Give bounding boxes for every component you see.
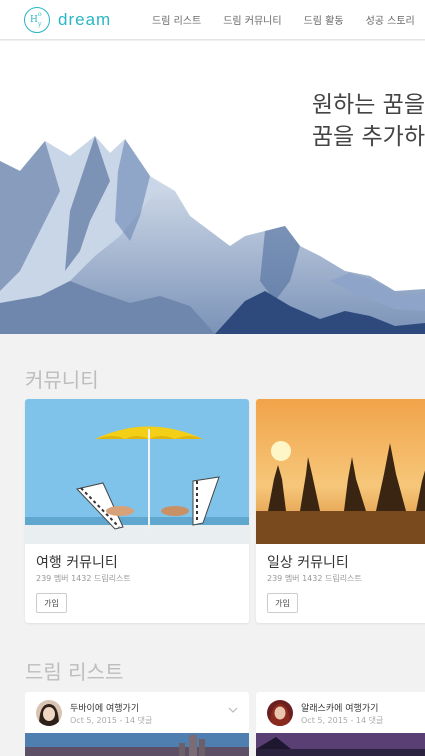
dream-title: 알래스카에 여행가기 [301, 704, 379, 714]
hero-banner: 원하는 꿈을 꿈을 추가하 [0, 41, 425, 334]
card-meta: 239 멤버 1432 드림리스트 [267, 574, 362, 583]
logo-text: dream [58, 10, 112, 29]
hero-line-2: 꿈을 추가하 [311, 124, 425, 150]
dreamlist-section-title: 드림 리스트 [25, 660, 124, 684]
avatar [36, 700, 62, 726]
card-title: 일상 커뮤니티 [267, 555, 349, 571]
chevron-down-icon[interactable] [227, 704, 239, 716]
nav-dream-community[interactable]: 드림 커뮤니티 [223, 12, 281, 27]
nav-success-story[interactable]: 성공 스토리 [366, 12, 415, 27]
community-section-title: 커뮤니티 [25, 368, 99, 392]
community-card[interactable]: 일상 커뮤니티 239 멤버 1432 드림리스트 가입 [256, 399, 425, 623]
dream-meta: Oct 5, 2015 - 14 댓글 [301, 716, 384, 725]
top-header: H o y dream 드림 리스트 드림 커뮤니티 드림 활동 성공 스토리 [0, 0, 425, 40]
card-title: 여행 커뮤니티 [36, 555, 118, 571]
dreamlist-card[interactable]: 알래스카에 여행가기 Oct 5, 2015 - 14 댓글 [256, 692, 425, 756]
avatar [267, 700, 293, 726]
join-button[interactable]: 가입 [267, 593, 298, 613]
hero-line-1: 원하는 꿈을 [311, 92, 425, 118]
dubai-image [25, 733, 249, 756]
logo[interactable]: H o y dream [24, 6, 111, 34]
nav-dream-activity[interactable]: 드림 활동 [304, 12, 344, 27]
card-meta: 239 멤버 1432 드림리스트 [36, 574, 131, 583]
dream-meta: Oct 5, 2015 - 14 댓글 [70, 716, 153, 725]
yoga-sunset-image [256, 399, 425, 544]
dreamlist-card[interactable]: 두바이에 여행가기 Oct 5, 2015 - 14 댓글 [25, 692, 249, 756]
mountain-illustration [0, 136, 425, 334]
join-button[interactable]: 가입 [36, 593, 67, 613]
community-card[interactable]: 여행 커뮤니티 239 멤버 1432 드림리스트 가입 [25, 399, 249, 623]
alaska-image [256, 733, 425, 756]
nav-dream-list[interactable]: 드림 리스트 [152, 12, 201, 27]
dream-title: 두바이에 여행가기 [70, 704, 140, 714]
hero-title: 원하는 꿈을 꿈을 추가하 [312, 89, 425, 153]
main-nav: 드림 리스트 드림 커뮤니티 드림 활동 성공 스토리 [152, 12, 425, 27]
beach-image [25, 399, 249, 544]
logo-mark-icon: H o y [24, 7, 50, 33]
